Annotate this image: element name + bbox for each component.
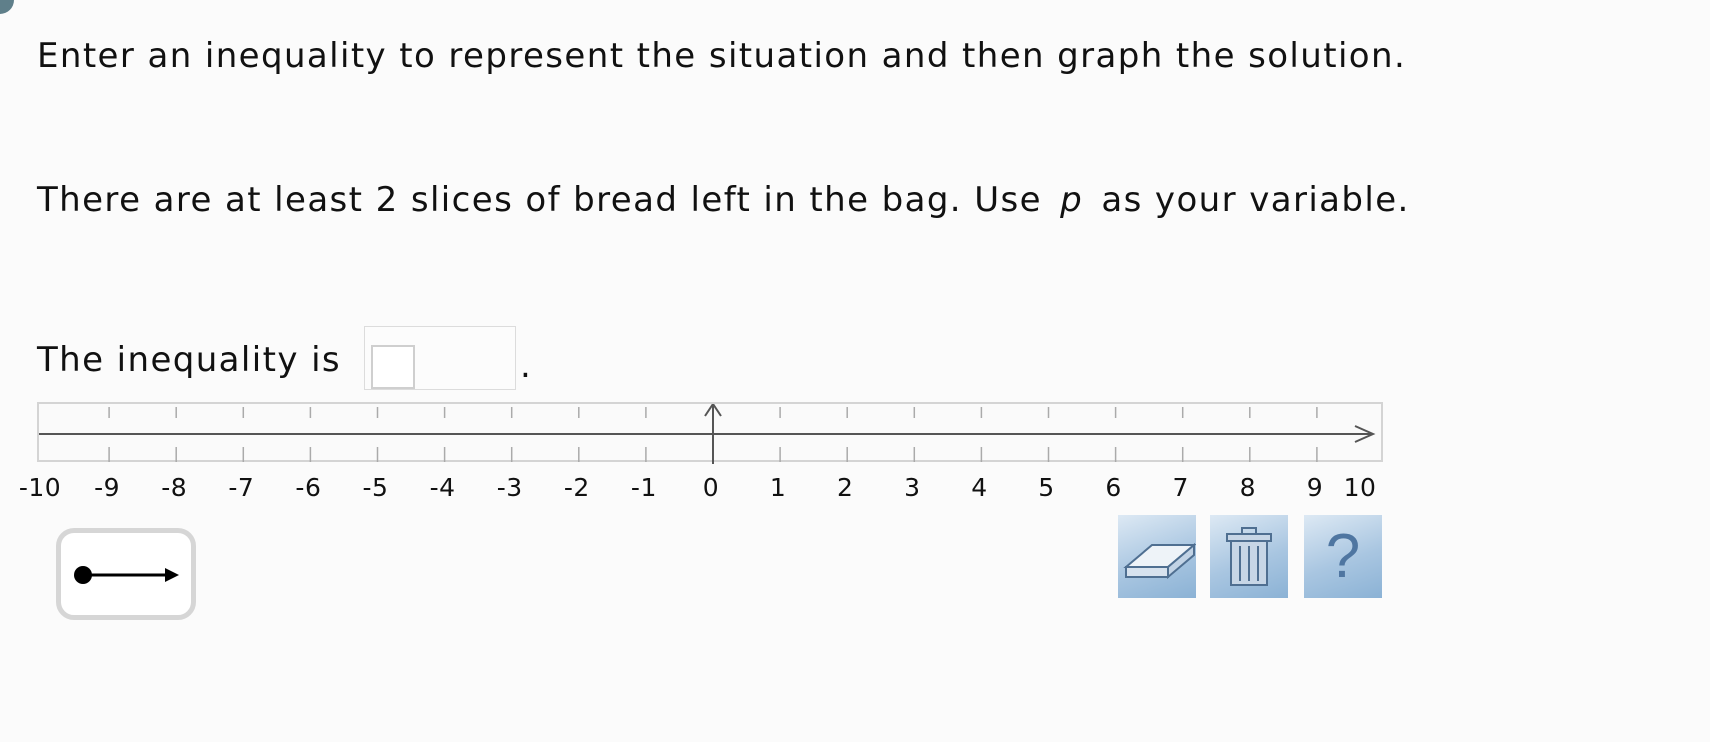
tick-label: -9 bbox=[94, 473, 121, 502]
inequality-input[interactable] bbox=[371, 345, 415, 389]
tick-label: 8 bbox=[1239, 473, 1256, 502]
situation-text-end: as your variable. bbox=[1101, 180, 1410, 220]
tick-label: 5 bbox=[1038, 473, 1055, 502]
tick-label: -2 bbox=[563, 473, 590, 502]
tick-label: 0 bbox=[702, 473, 720, 502]
sentence-period: . bbox=[520, 346, 531, 386]
tick-label: 2 bbox=[836, 473, 854, 502]
tick-label: -4 bbox=[429, 473, 456, 502]
number-line-graph[interactable] bbox=[37, 402, 1383, 464]
tick-label: 1 bbox=[769, 473, 787, 502]
tick-label: -8 bbox=[161, 473, 188, 502]
tick-label: -10 bbox=[18, 473, 62, 502]
tick-label: 4 bbox=[971, 473, 988, 502]
inequality-label: The inequality is bbox=[37, 340, 342, 380]
ray-tool-button[interactable] bbox=[56, 528, 196, 620]
inequality-answer-box[interactable] bbox=[364, 326, 516, 390]
tick-label: 7 bbox=[1172, 473, 1189, 502]
situation-text-start: There are at least 2 slices of bread lef… bbox=[37, 180, 1042, 220]
number-line-svg bbox=[39, 404, 1376, 464]
tick-label: 3 bbox=[904, 473, 921, 502]
variable-name: p bbox=[1060, 180, 1084, 220]
trash-button[interactable] bbox=[1210, 515, 1288, 598]
eraser-button[interactable] bbox=[1118, 515, 1196, 598]
tick-label: -6 bbox=[295, 473, 322, 502]
eraser-icon bbox=[1123, 542, 1196, 580]
tick-label: 6 bbox=[1105, 473, 1122, 502]
window-corner bbox=[0, 0, 14, 14]
trash-icon bbox=[1226, 527, 1272, 586]
tick-label: -7 bbox=[228, 473, 255, 502]
instruction-text: Enter an inequality to represent the sit… bbox=[37, 36, 1407, 76]
help-icon: ? bbox=[1325, 522, 1361, 591]
tick-label: -5 bbox=[362, 473, 389, 502]
tick-label: -3 bbox=[496, 473, 523, 502]
tick-label: 9 bbox=[1306, 473, 1324, 502]
tick-label: -1 bbox=[630, 473, 657, 502]
tick-label: 10 bbox=[1343, 473, 1377, 502]
help-button[interactable]: ? bbox=[1304, 515, 1382, 598]
closed-circle-ray-right-icon bbox=[74, 566, 179, 584]
situation-text: There are at least 2 slices of bread lef… bbox=[37, 180, 1410, 220]
